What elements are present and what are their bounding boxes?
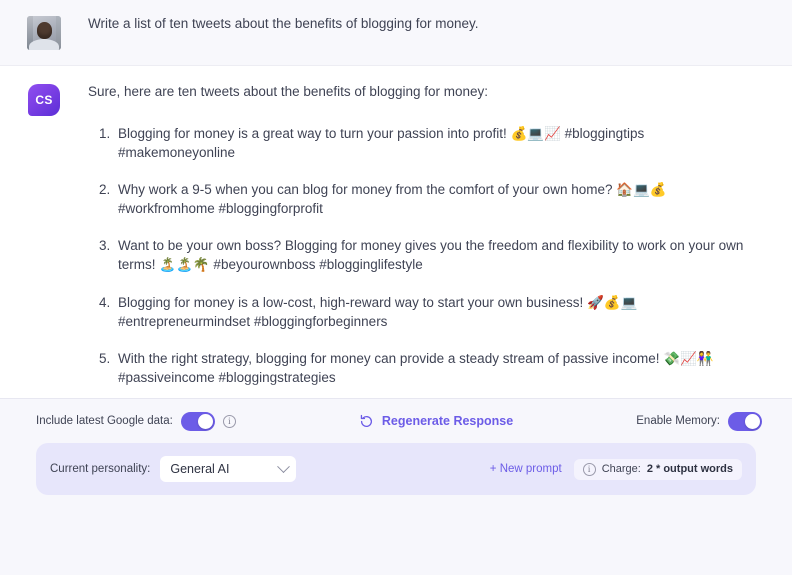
charge-info-icon[interactable]: i bbox=[582, 462, 596, 476]
assistant-intro-text: Sure, here are ten tweets about the bene… bbox=[88, 84, 489, 99]
list-item: Want to be your own boss? Blogging for m… bbox=[114, 236, 750, 274]
chatsonic-logo-avatar: CS bbox=[28, 84, 60, 116]
options-bar: Include latest Google data: i Regenerate… bbox=[22, 399, 770, 443]
assistant-message-body: Sure, here are ten tweets about the bene… bbox=[88, 82, 792, 398]
message-row-user: Write a list of ten tweets about the ben… bbox=[0, 0, 792, 66]
enable-memory-toggle[interactable] bbox=[728, 411, 762, 431]
toggle-knob bbox=[745, 413, 760, 429]
info-icon[interactable]: i bbox=[222, 414, 236, 428]
chevron-down-icon bbox=[277, 459, 291, 473]
google-data-toggle[interactable] bbox=[180, 411, 215, 431]
regenerate-container: Regenerate Response bbox=[236, 414, 636, 429]
charge-pill: i Charge: 2 * output words bbox=[573, 458, 742, 480]
list-item: Blogging for money is a low-cost, high-r… bbox=[114, 293, 750, 331]
message-row-assistant: CS Sure, here are ten tweets about the b… bbox=[0, 66, 792, 398]
google-data-label: Include latest Google data: bbox=[36, 415, 173, 427]
personality-bar: Current personality: General AI + New pr… bbox=[36, 443, 756, 495]
regenerate-label: Regenerate Response bbox=[381, 414, 514, 428]
charge-label: Charge: bbox=[601, 463, 641, 475]
personality-bar-right: + New prompt i Charge: 2 * output words bbox=[490, 458, 742, 480]
personality-selected-value: General AI bbox=[170, 462, 230, 476]
list-item: Why work a 9-5 when you can blog for mon… bbox=[114, 180, 750, 218]
regenerate-response-button[interactable]: Regenerate Response bbox=[359, 414, 513, 429]
current-personality-label: Current personality: bbox=[50, 463, 151, 475]
memory-option: Enable Memory: bbox=[636, 411, 762, 431]
composer-panel: Include latest Google data: i Regenerate… bbox=[0, 398, 792, 575]
chatsonic-app: Write a list of ten tweets about the ben… bbox=[0, 0, 792, 575]
personality-select[interactable]: General AI bbox=[160, 456, 297, 482]
refresh-icon bbox=[359, 414, 374, 429]
chat-transcript[interactable]: Write a list of ten tweets about the ben… bbox=[0, 0, 792, 398]
list-item: With the right strategy, blogging for mo… bbox=[114, 349, 750, 387]
tweet-list: Blogging for money is a great way to tur… bbox=[88, 124, 750, 388]
enable-memory-label: Enable Memory: bbox=[636, 415, 720, 427]
user-avatar-cell bbox=[0, 14, 88, 50]
list-item: Blogging for money is a great way to tur… bbox=[114, 124, 750, 162]
user-photo-avatar bbox=[27, 16, 61, 50]
charge-value: 2 * output words bbox=[646, 463, 733, 475]
user-message-text: Write a list of ten tweets about the ben… bbox=[88, 16, 479, 31]
assistant-avatar-cell: CS bbox=[0, 82, 88, 116]
new-prompt-button[interactable]: + New prompt bbox=[490, 463, 562, 475]
google-data-option: Include latest Google data: i bbox=[36, 411, 236, 431]
toggle-knob bbox=[197, 413, 213, 429]
